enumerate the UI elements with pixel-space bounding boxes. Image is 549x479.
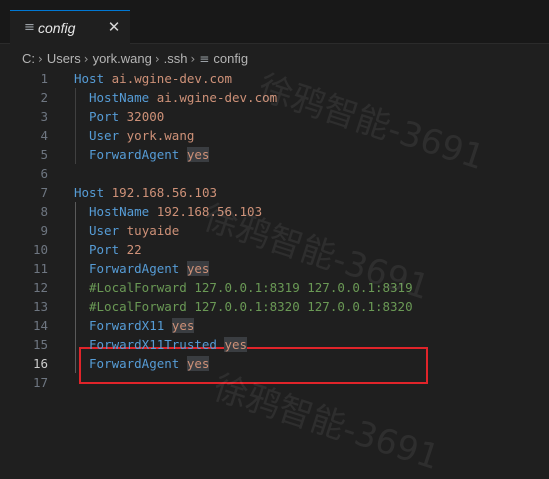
- code-text: ForwardAgent yes: [74, 354, 210, 373]
- chevron-right-icon: ›: [190, 52, 196, 66]
- line-number: 7: [40, 185, 48, 200]
- code-editor[interactable]: 1 Host ai.wgine-dev.com 2 HostName ai.wgine…: [0, 69, 549, 392]
- config-value: ai.wgine-dev.com: [111, 71, 233, 86]
- file-lines-icon: ≡: [199, 52, 210, 66]
- code-text: Port 32000: [74, 107, 164, 126]
- line-number: 3: [40, 109, 48, 124]
- code-text: Port 22: [74, 240, 142, 259]
- code-line[interactable]: 5 ForwardAgent yes: [0, 145, 549, 164]
- code-line[interactable]: 14 ForwardX11 yes: [0, 316, 549, 335]
- line-number: 17: [32, 375, 48, 390]
- breadcrumb-item-drive[interactable]: C:: [22, 51, 35, 66]
- config-value: 192.168.56.103: [111, 185, 217, 200]
- config-value: 22: [126, 242, 142, 257]
- config-key: ForwardX11Trusted: [89, 337, 217, 352]
- code-text: HostName 192.168.56.103: [74, 202, 262, 221]
- code-line[interactable]: 11 ForwardAgent yes: [0, 259, 549, 278]
- config-value: yes: [186, 261, 210, 276]
- config-value: 32000: [126, 109, 165, 124]
- config-value: yes: [224, 337, 248, 352]
- config-key: Host: [74, 71, 105, 86]
- code-text: Host 192.168.56.103: [74, 183, 217, 202]
- code-line[interactable]: 8 HostName 192.168.56.103: [0, 202, 549, 221]
- config-key: Port: [89, 242, 120, 257]
- comment-text: #LocalForward 127.0.0.1:8319 127.0.0.1:8…: [89, 280, 413, 295]
- code-line[interactable]: 2 HostName ai.wgine-dev.com: [0, 88, 549, 107]
- line-number: 4: [40, 128, 48, 143]
- config-key: HostName: [89, 90, 150, 105]
- config-key: ForwardX11: [89, 318, 165, 333]
- line-number: 10: [32, 242, 48, 257]
- tab-label: config: [38, 20, 76, 36]
- config-key: ForwardAgent: [89, 147, 180, 162]
- line-number: 2: [40, 90, 48, 105]
- file-lines-icon: ≡: [24, 20, 35, 35]
- config-value: yes: [171, 318, 195, 333]
- code-line[interactable]: 7 Host 192.168.56.103: [0, 183, 549, 202]
- code-line[interactable]: 15 ForwardX11Trusted yes: [0, 335, 549, 354]
- code-text: User tuyaide: [74, 221, 179, 240]
- editor-tab-bar: ≡ config ✕: [0, 0, 549, 44]
- line-number: 1: [40, 71, 48, 86]
- code-text: ForwardAgent yes: [74, 259, 210, 278]
- line-number: 13: [32, 299, 48, 314]
- config-key: ForwardAgent: [89, 356, 180, 371]
- code-text: User york.wang: [74, 126, 194, 145]
- code-text: Host ai.wgine-dev.com: [74, 69, 232, 88]
- code-text: ForwardX11 yes: [74, 316, 195, 335]
- breadcrumb-item-file[interactable]: config: [213, 51, 248, 66]
- config-value: york.wang: [126, 128, 195, 143]
- config-key: User: [89, 128, 120, 143]
- code-text: #LocalForward 127.0.0.1:8319 127.0.0.1:8…: [74, 278, 413, 297]
- breadcrumb: C: › Users › york.wang › .ssh › ≡ config: [22, 50, 248, 68]
- comment-text: #LocalForward 127.0.0.1:8320 127.0.0.1:8…: [89, 299, 413, 314]
- line-number: 6: [40, 166, 48, 181]
- code-line[interactable]: 12 #LocalForward 127.0.0.1:8319 127.0.0.1…: [0, 278, 549, 297]
- line-number: 12: [32, 280, 48, 295]
- code-text: HostName ai.wgine-dev.com: [74, 88, 277, 107]
- chevron-right-icon: ›: [154, 52, 160, 66]
- config-key: HostName: [89, 204, 150, 219]
- code-line[interactable]: 13 #LocalForward 127.0.0.1:8320 127.0.0.1…: [0, 297, 549, 316]
- line-number: 5: [40, 147, 48, 162]
- code-text: #LocalForward 127.0.0.1:8320 127.0.0.1:8…: [74, 297, 413, 316]
- config-value: 192.168.56.103: [156, 204, 263, 219]
- config-key: ForwardAgent: [89, 261, 180, 276]
- config-value: yes: [186, 147, 210, 162]
- config-key: User: [89, 223, 120, 238]
- breadcrumb-item-user[interactable]: york.wang: [93, 51, 152, 66]
- code-line[interactable]: 3 Port 32000: [0, 107, 549, 126]
- breadcrumb-item-users[interactable]: Users: [47, 51, 81, 66]
- chevron-right-icon: ›: [38, 52, 43, 66]
- line-number: 14: [32, 318, 48, 333]
- line-number: 9: [40, 223, 48, 238]
- code-line[interactable]: 6: [0, 164, 549, 183]
- config-key: Host: [74, 185, 105, 200]
- code-line[interactable]: 9 User tuyaide: [0, 221, 549, 240]
- code-text: ForwardAgent yes: [74, 145, 210, 164]
- tab-config[interactable]: ≡ config ✕: [10, 10, 130, 44]
- code-line[interactable]: 1 Host ai.wgine-dev.com: [0, 69, 549, 88]
- close-icon[interactable]: ✕: [105, 18, 123, 36]
- code-text: ForwardX11Trusted yes: [74, 335, 248, 354]
- line-number: 8: [40, 204, 48, 219]
- config-value: ai.wgine-dev.com: [156, 90, 278, 105]
- config-value: yes: [186, 356, 210, 371]
- line-number: 15: [32, 337, 48, 352]
- line-number: 11: [32, 261, 48, 276]
- breadcrumb-item-ssh[interactable]: .ssh: [164, 51, 188, 66]
- code-line[interactable]: 4 User york.wang: [0, 126, 549, 145]
- config-value: tuyaide: [126, 223, 180, 238]
- chevron-right-icon: ›: [83, 52, 89, 66]
- config-key: Port: [89, 109, 120, 124]
- line-number: 16: [32, 356, 48, 371]
- code-line[interactable]: 16 ForwardAgent yes: [0, 354, 549, 373]
- code-line[interactable]: 17: [0, 373, 549, 392]
- code-line[interactable]: 10 Port 22: [0, 240, 549, 259]
